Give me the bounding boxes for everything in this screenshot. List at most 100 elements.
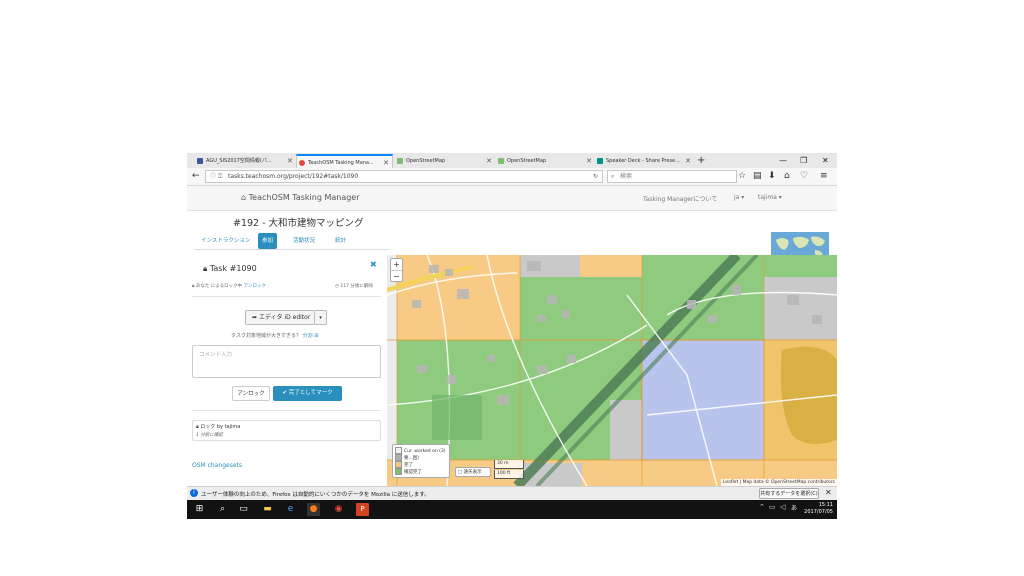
comment-input[interactable]: コメント入力 [192, 345, 381, 378]
site-navbar: ⌂ TeachOSM Tasking Manager Tasking Manag… [187, 186, 837, 211]
building [429, 265, 439, 273]
tab-label: OpenStreetMap [507, 158, 547, 164]
tab-label: Speaker Deck - Share Prese... [606, 158, 680, 164]
tab-1[interactable]: TeachOSM Tasking Mana... ✕ [296, 154, 393, 168]
scale-metric: 30 m [494, 460, 524, 469]
pocket-icon[interactable]: ♡ [800, 170, 808, 183]
park [432, 395, 482, 440]
task-cell-invalidated [610, 400, 642, 460]
task-cell-done [580, 255, 642, 277]
restore-icon[interactable]: ❐ [800, 153, 807, 168]
zoom-out-button[interactable]: − [391, 271, 402, 282]
reload-icon[interactable]: ↻ [593, 171, 598, 183]
network-icon[interactable]: ▭ [769, 503, 776, 511]
divider [192, 410, 381, 411]
clock-date: 2017/07/05 [804, 509, 833, 515]
reading-list-icon[interactable]: ▤ [753, 170, 762, 183]
volume-icon[interactable]: ◁ [780, 503, 785, 511]
nav-user-dropdown[interactable]: tajima ▾ [758, 194, 782, 201]
close-icon[interactable]: ✕ [586, 154, 592, 168]
menu-icon[interactable]: ≡ [820, 170, 828, 183]
legend-swatch [395, 454, 402, 461]
lock-icon: 🔒︎ [203, 264, 208, 273]
unlock-link[interactable]: アンロック [244, 284, 266, 289]
close-window-icon[interactable]: ✕ [822, 153, 829, 168]
windows-start-icon[interactable]: ⊞ [193, 503, 206, 516]
building [562, 310, 570, 318]
clock-icon: ◷ [335, 284, 339, 289]
file-explorer-icon[interactable]: ▬ [261, 503, 274, 516]
legend-label: 確認完了 [404, 470, 422, 475]
windows-taskbar: ⊞ ⌕ ▭ ▬ e ● ◉ P ⌃ ▭ ◁ あ 15:11 2017/07/05 [187, 500, 837, 519]
building [497, 395, 509, 405]
tab-instructions[interactable]: インストラクション [197, 233, 254, 249]
unlock-button[interactable]: アンロック [232, 386, 270, 401]
tab-2[interactable]: OpenStreetMap ✕ [395, 154, 495, 168]
close-icon[interactable]: ✕ [486, 154, 492, 168]
comment-placeholder: コメント入力 [199, 352, 233, 358]
building [487, 355, 495, 362]
close-icon[interactable]: ✕ [825, 488, 832, 497]
legend-item: 完了 [395, 461, 447, 468]
url-text: tasks.teachosm.org/project/192#task/1090 [228, 173, 359, 180]
land-shape [793, 236, 809, 248]
edit-in-editor-button[interactable]: ➦ エディタ iD editor [245, 310, 315, 325]
search-icon[interactable]: ⌕ [216, 503, 229, 516]
building [812, 315, 822, 324]
nav-language-dropdown[interactable]: ja ▾ [734, 194, 744, 201]
tab-contribute[interactable]: 参加 [258, 233, 278, 249]
map-toggle-button[interactable]: ▢ 遠矢表示 [455, 467, 491, 477]
edge-icon[interactable]: e [284, 503, 297, 516]
close-icon[interactable]: ✖ [370, 260, 377, 269]
brand-label: TeachOSM Tasking Manager [248, 193, 360, 202]
bookmark-star-icon[interactable]: ☆ [738, 170, 746, 183]
divider [195, 249, 389, 250]
page-title: #192 - 大和市建物マッピング [233, 218, 364, 229]
firefox-icon[interactable]: ● [307, 503, 320, 516]
legend-swatch [395, 461, 402, 468]
minimize-icon[interactable]: — [779, 153, 787, 168]
close-icon[interactable]: ✕ [287, 154, 293, 168]
home-icon[interactable]: ⌂ [784, 170, 790, 183]
mark-done-button[interactable]: ✔ 完了としてマーク [273, 386, 342, 401]
tab-stats[interactable]: 統計 [331, 233, 350, 249]
task-map[interactable]: + − Cur. worked on (3) 要...困) 完了 確認完了 ▢ … [387, 255, 837, 486]
task-view-icon[interactable]: ▭ [237, 503, 250, 516]
tab-label: OpenStreetMap [406, 158, 446, 164]
download-icon[interactable]: ⬇ [768, 170, 776, 183]
split-prompt-text: タスク対象地域が大きすぎる？ [231, 333, 302, 339]
new-tab-button[interactable]: + [697, 153, 705, 168]
zoom-in-button[interactable]: + [391, 259, 402, 271]
map-attribution[interactable]: Leaflet | Map data © OpenStreetMap contr… [720, 479, 837, 486]
history-item: 🔒︎ ロック by tajima 1 分前に確認 [192, 420, 381, 441]
chrome-icon[interactable]: ◉ [332, 503, 345, 516]
search-input[interactable]: ⌕ 検索 [607, 170, 737, 183]
tab-activity[interactable]: 活動状況 [289, 233, 319, 249]
split-link[interactable]: 分割 ⊞ [303, 333, 319, 339]
close-icon[interactable]: ✕ [685, 154, 691, 168]
legend-swatch [395, 447, 402, 454]
lock-icon: 🔒︎ [192, 284, 195, 289]
tab-4[interactable]: Speaker Deck - Share Prese... ✕ [595, 154, 694, 168]
notification-text: ユーザー体験の向上のため、Firefox は自動的にいくつかのデータを Mozi… [201, 492, 430, 498]
share-arrow-icon: ➦ [252, 314, 258, 321]
info-icon[interactable]: ⓘ ⚿ [210, 171, 222, 183]
site-brand[interactable]: ⌂ TeachOSM Tasking Manager [241, 193, 360, 202]
input-method-icon[interactable]: あ [791, 503, 797, 512]
nav-about-link[interactable]: Tasking Managerについて [643, 194, 717, 203]
taskbar-clock[interactable]: 15:11 2017/07/05 [804, 502, 833, 516]
url-bar[interactable]: ⓘ ⚿ tasks.teachosm.org/project/192#task/… [205, 170, 603, 183]
close-icon[interactable]: ✕ [383, 156, 389, 168]
tab-3[interactable]: OpenStreetMap ✕ [496, 154, 595, 168]
tray-chevron-icon[interactable]: ⌃ [759, 503, 765, 511]
building [527, 261, 541, 271]
tab-0[interactable]: AGU_SIS2017空間情報(パ... ✕ [195, 154, 296, 168]
speakerdeck-icon [597, 158, 603, 164]
osm-changesets-link[interactable]: OSM changesets [192, 462, 242, 469]
back-icon[interactable]: ← [192, 170, 200, 183]
choose-data-button[interactable]: 共有するデータを選択(C) [759, 488, 819, 499]
time-left-text: 117 分後に解除 [340, 284, 373, 289]
editor-dropdown-toggle[interactable]: ▾ [315, 310, 327, 325]
powerpoint-icon[interactable]: P [356, 503, 369, 516]
building [732, 285, 741, 295]
